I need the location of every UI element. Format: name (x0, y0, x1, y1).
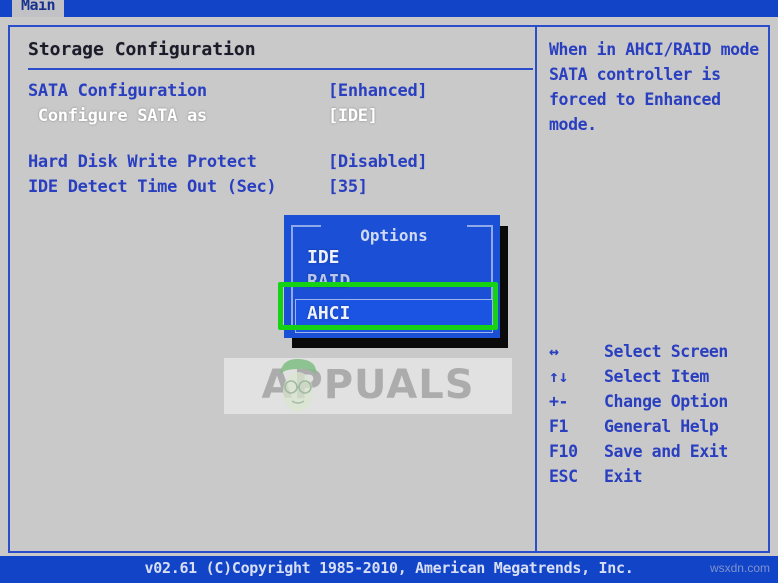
left-right-arrow-icon: ↔ (549, 342, 559, 361)
key-legend-row: F1 General Help (549, 414, 769, 439)
help-text-line: SATA controller is (549, 65, 721, 84)
key-legend-description: General Help (604, 417, 719, 436)
up-down-arrow-icon: ↑↓ (549, 367, 569, 386)
status-bar: v02.61 (C)Copyright 1985-2010, American … (0, 556, 778, 583)
setting-value: [Enhanced] (328, 81, 428, 101)
f10-key-icon: F10 (549, 442, 578, 461)
esc-key-icon: ESC (549, 467, 578, 486)
ahci-highlight-annotation (278, 282, 498, 330)
key-legend-description: Select Screen (604, 342, 728, 361)
key-legend-description: Change Option (604, 392, 728, 411)
tab-main[interactable]: Main (12, 0, 64, 17)
setting-label: Configure SATA as (28, 106, 207, 126)
setting-label: IDE Detect Time Out (Sec) (28, 177, 277, 197)
bios-setup-screen: Main Storage Configuration SATA Configur… (0, 0, 778, 583)
setting-row-sata-configuration[interactable]: SATA Configuration [Enhanced] (28, 79, 521, 104)
dialog-title: Options (360, 226, 428, 245)
setting-value: [IDE] (328, 106, 378, 126)
help-text-line: When in AHCI/RAID mode (549, 40, 759, 59)
site-watermark: wsxdn.com (709, 561, 770, 575)
key-legend-row: +- Change Option (549, 389, 769, 414)
key-legend-row: ESC Exit (549, 464, 769, 489)
setting-row-configure-sata-as[interactable]: Configure SATA as [IDE] (28, 104, 521, 129)
key-legend-description: Save and Exit (604, 442, 728, 461)
key-legend: ↔ Select Screen ↑↓ Select Item +- Change… (549, 339, 769, 489)
menu-bar: Main (0, 0, 778, 17)
key-legend-description: Exit (604, 467, 643, 486)
help-text-line: forced to Enhanced (549, 90, 721, 109)
help-panel: When in AHCI/RAID mode SATA controller i… (537, 27, 770, 551)
setting-label: SATA Configuration (28, 81, 207, 101)
settings-group-gap (24, 129, 521, 150)
setting-label: Hard Disk Write Protect (28, 152, 257, 172)
page-title: Storage Configuration (28, 39, 256, 60)
bios-copyright-text: v02.61 (C)Copyright 1985-2010, American … (144, 559, 634, 577)
dialog-option-ide[interactable]: IDE (307, 247, 340, 268)
plus-minus-icon: +- (549, 392, 569, 411)
setting-row-hard-disk-write-protect[interactable]: Hard Disk Write Protect [Disabled] (28, 150, 521, 175)
key-legend-description: Select Item (604, 367, 709, 386)
key-legend-row: ↑↓ Select Item (549, 364, 769, 389)
setting-row-ide-detect-time-out[interactable]: IDE Detect Time Out (Sec) [35] (28, 175, 521, 200)
help-text-line: mode. (549, 115, 597, 134)
f1-key-icon: F1 (549, 417, 569, 436)
key-legend-row: F10 Save and Exit (549, 439, 769, 464)
setting-value: [Disabled] (328, 152, 428, 172)
key-legend-row: ↔ Select Screen (549, 339, 769, 364)
setting-value: [35] (328, 177, 368, 197)
